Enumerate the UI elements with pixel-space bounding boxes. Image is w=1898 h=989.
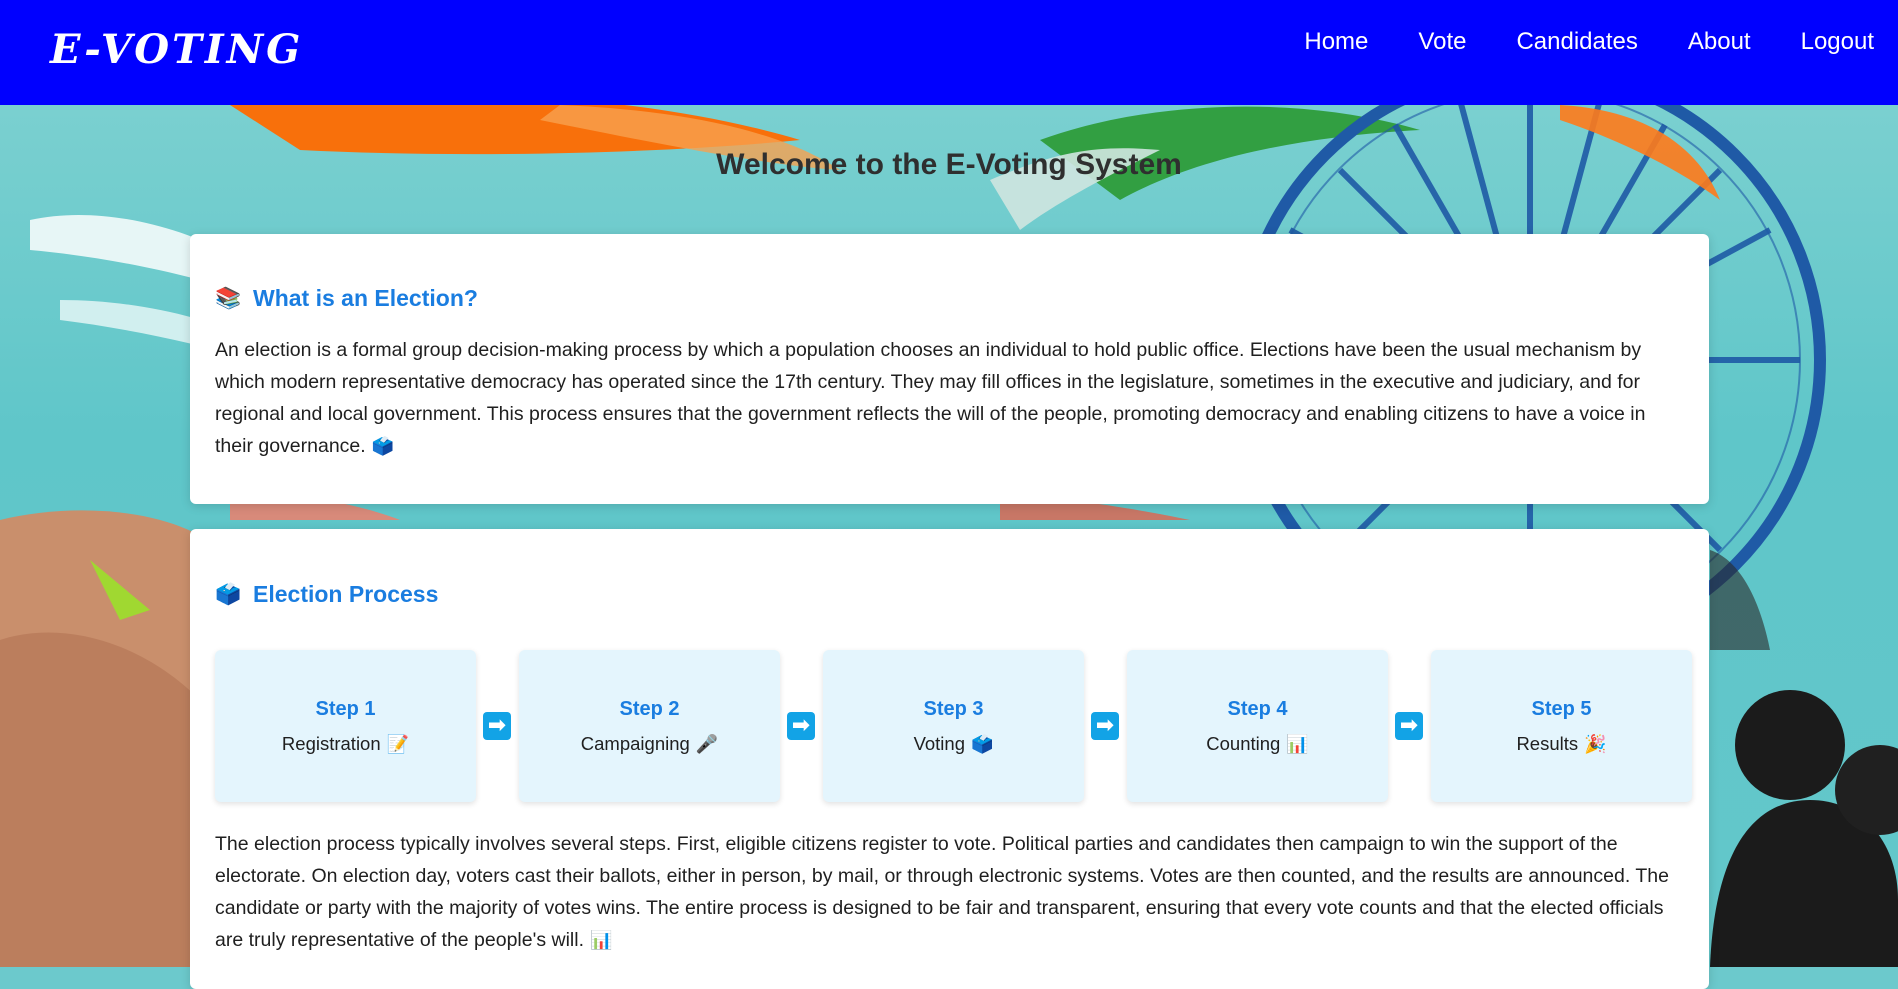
step-card-results: Step 5 Results 🎉 xyxy=(1431,650,1692,802)
election-info-text: An election is a formal group decision-m… xyxy=(215,334,1684,462)
memo-icon: 📝 xyxy=(386,733,410,754)
nav-item-vote[interactable]: Vote xyxy=(1418,27,1466,57)
bar-chart-icon: 📊 xyxy=(1286,733,1309,754)
election-info-heading-text: What is an Election? xyxy=(253,285,478,311)
bar-chart-icon: 📊 xyxy=(590,930,613,950)
election-process-heading-text: Election Process xyxy=(253,581,439,607)
step-label-text: Voting xyxy=(913,732,965,754)
election-info-card: 📚 What is an Election? An election is a … xyxy=(190,234,1709,504)
step-label: Registration 📝 xyxy=(282,733,409,755)
ballot-box-icon: 🗳️ xyxy=(971,733,994,754)
party-popper-icon: 🎉 xyxy=(1584,733,1607,754)
election-process-paragraph: The election process typically involves … xyxy=(215,833,1669,951)
right-arrow-icon: ➡ xyxy=(787,712,815,740)
step-card-registration: Step 1 Registration 📝 xyxy=(215,650,476,802)
brand-logo[interactable]: E-VOTING xyxy=(50,26,303,73)
right-arrow-icon: ➡ xyxy=(1395,712,1423,740)
step-label-text: Counting xyxy=(1206,732,1281,754)
step-card-campaigning: Step 2 Campaigning 🎤 xyxy=(519,650,780,802)
step-label-text: Results xyxy=(1516,732,1579,754)
nav-item-about[interactable]: About xyxy=(1688,27,1751,57)
ballot-box-icon: 🗳️ xyxy=(371,436,395,456)
step-label: Results 🎉 xyxy=(1516,733,1606,755)
step-label: Voting 🗳️ xyxy=(914,733,994,755)
step-label-text: Campaigning xyxy=(580,732,690,754)
nav-links: Home Vote Candidates About Logout xyxy=(1254,27,1874,57)
election-process-text: The election process typically involves … xyxy=(215,828,1684,956)
step-label-text: Registration xyxy=(281,732,381,754)
books-icon: 📚 xyxy=(215,286,242,310)
navbar: E-VOTING Home Vote Candidates About Logo… xyxy=(0,0,1898,105)
nav-item-logout[interactable]: Logout xyxy=(1801,27,1874,57)
step-label: Counting 📊 xyxy=(1206,733,1308,755)
step-title: Step 5 xyxy=(1531,697,1592,720)
nav-item-candidates[interactable]: Candidates xyxy=(1516,27,1637,57)
right-arrow-icon: ➡ xyxy=(483,712,511,740)
nav-item-home[interactable]: Home xyxy=(1304,27,1368,57)
election-process-heading: 🗳️ Election Process xyxy=(215,529,1684,608)
election-process-card: 🗳️ Election Process Step 1 Registration 📝… xyxy=(190,529,1709,989)
ballot-box-icon: 🗳️ xyxy=(215,582,242,606)
step-title: Step 4 xyxy=(1227,697,1288,720)
step-label: Campaigning 🎤 xyxy=(581,733,718,755)
election-info-paragraph: An election is a formal group decision-m… xyxy=(215,339,1646,457)
right-arrow-icon: ➡ xyxy=(1091,712,1119,740)
step-title: Step 1 xyxy=(315,697,376,720)
process-steps: Step 1 Registration 📝 ➡ Step 2 Campaignin… xyxy=(215,650,1692,802)
step-title: Step 2 xyxy=(619,697,680,720)
election-info-heading: 📚 What is an Election? xyxy=(215,234,1684,312)
step-title: Step 3 xyxy=(923,697,984,720)
page-title: Welcome to the E-Voting System xyxy=(716,148,1182,181)
step-card-counting: Step 4 Counting 📊 xyxy=(1127,650,1388,802)
microphone-icon: 🎤 xyxy=(695,733,719,754)
step-card-voting: Step 3 Voting 🗳️ xyxy=(823,650,1084,802)
